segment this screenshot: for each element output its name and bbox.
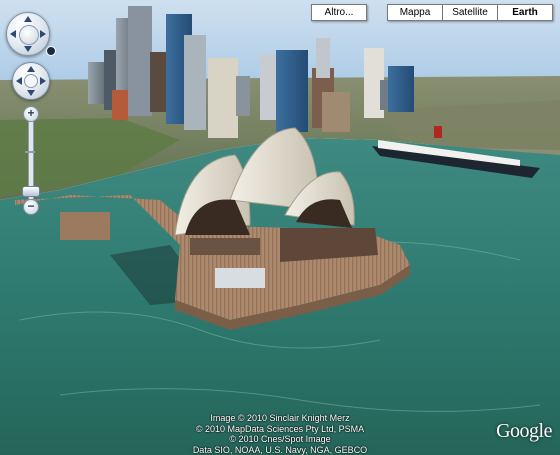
hand-icon[interactable] bbox=[24, 74, 38, 88]
pan-right-arrow-icon[interactable] bbox=[40, 77, 46, 85]
pan-control[interactable] bbox=[12, 62, 50, 100]
attribution-line: Data SIO, NOAA, U.S. Navy, NGA, GEBCO bbox=[192, 444, 368, 455]
map-attribution: Image © 2010 Sinclair Knight Merz © 2010… bbox=[180, 413, 380, 455]
pan-down-arrow-icon[interactable] bbox=[27, 90, 35, 96]
zoom-tick bbox=[25, 151, 35, 153]
eye-icon[interactable] bbox=[19, 25, 39, 45]
more-button[interactable]: Altro... bbox=[311, 4, 367, 21]
north-icon[interactable] bbox=[46, 46, 56, 56]
zoom-in-button[interactable]: + bbox=[23, 106, 39, 122]
look-up-arrow-icon[interactable] bbox=[24, 16, 32, 22]
earth-button[interactable]: Earth bbox=[498, 4, 553, 21]
attribution-line: Image © 2010 Sinclair Knight Merz bbox=[210, 413, 350, 423]
map-type-group: Mappa Satellite Earth bbox=[387, 4, 553, 21]
look-around-control[interactable] bbox=[6, 12, 50, 56]
pan-up-arrow-icon[interactable] bbox=[27, 66, 35, 72]
google-logo[interactable]: Google bbox=[496, 420, 552, 443]
satellite-button[interactable]: Satellite bbox=[443, 4, 498, 21]
map-type-bar: Altro... Mappa Satellite Earth bbox=[311, 4, 553, 21]
opera-house-3d-scene[interactable] bbox=[0, 0, 560, 455]
look-right-arrow-icon[interactable] bbox=[40, 30, 46, 38]
zoom-slider-handle[interactable] bbox=[22, 186, 40, 197]
look-left-arrow-icon[interactable] bbox=[10, 30, 16, 38]
map-button[interactable]: Mappa bbox=[387, 4, 443, 21]
attribution-line: © 2010 Cnes/Spot Image bbox=[229, 434, 331, 444]
look-down-arrow-icon[interactable] bbox=[24, 46, 32, 52]
pan-left-arrow-icon[interactable] bbox=[16, 77, 22, 85]
zoom-out-button[interactable]: − bbox=[23, 199, 39, 215]
attribution-line: © 2010 MapData Sciences Pty Ltd, PSMA bbox=[195, 423, 365, 434]
earth-3d-viewport[interactable]: Altro... Mappa Satellite Earth + − Image… bbox=[0, 0, 560, 455]
